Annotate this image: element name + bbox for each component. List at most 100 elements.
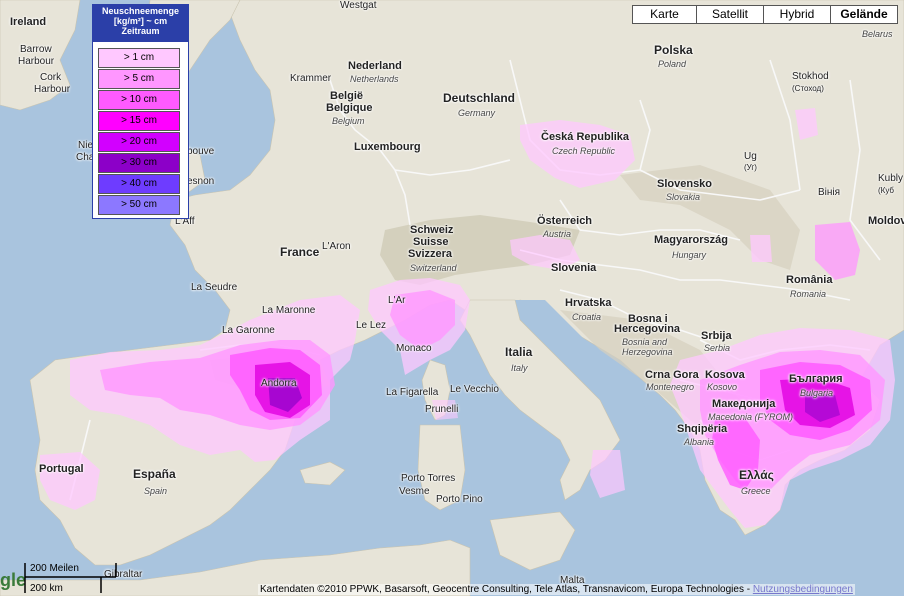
label-monaco: Monaco <box>396 343 432 354</box>
maptype-hybrid-button[interactable]: Hybrid <box>763 5 831 24</box>
label-krammer: Krammer <box>290 73 332 84</box>
label-bulgaria-cyr: България <box>789 373 843 385</box>
terms-link[interactable]: Nutzungsbedingungen <box>753 584 853 595</box>
legend-title: Neuschneemenge [kg/m²] ~ cm Zeitraum <box>93 5 188 42</box>
label-croatia: Croatia <box>572 312 602 322</box>
map-attribution: Kartendaten ©2010 PPWK, Basarsoft, Geoce… <box>258 584 855 595</box>
google-logo: gle <box>0 570 27 590</box>
label-ug: Ug <box>744 151 757 162</box>
legend-item-15: > 15 cm <box>98 111 180 131</box>
label-luxembourg: Luxembourg <box>354 141 421 153</box>
label-osterreich: Österreich <box>537 215 593 227</box>
label-bouve: bouve <box>187 146 215 157</box>
label-spain: Spain <box>144 486 168 496</box>
label-crnagora: Crna Gora <box>645 369 699 381</box>
label-slovenia: Slovenia <box>551 262 597 274</box>
label-italy: Italy <box>511 363 528 373</box>
maptype-satellit-button[interactable]: Satellit <box>696 5 764 24</box>
label-hrvatska: Hrvatska <box>565 297 612 309</box>
label-hungary: Hungary <box>672 250 707 260</box>
label-slovakia: Slovakia <box>666 192 701 202</box>
label-macedonia: Macedonia (FYROM) <box>708 412 794 422</box>
label-stokhod: Stokhod <box>792 71 829 82</box>
label-serbia: Serbia <box>704 343 731 353</box>
label-viniya: Вінія <box>818 187 841 198</box>
label-belgique: Belgique <box>326 102 373 114</box>
label-laseudre: La Seudre <box>191 282 238 293</box>
label-ireland: Ireland <box>10 16 47 28</box>
label-netherlands: Netherlands <box>350 74 399 84</box>
legend-item-20: > 20 cm <box>98 132 180 152</box>
label-austria: Austria <box>543 229 572 239</box>
label-nederland: Nederland <box>348 60 402 72</box>
label-lar: L'Ar <box>388 295 406 306</box>
label-belarus: Belarus <box>862 29 893 39</box>
label-srbija: Srbija <box>701 330 732 342</box>
label-kuby: (Куб <box>878 186 894 195</box>
label-lafigarella: La Figarella <box>386 387 439 398</box>
label-kosovo: Kosovo <box>707 382 738 392</box>
label-italia: Italia <box>505 345 533 359</box>
label-levecchio: Le Vecchio <box>450 384 499 395</box>
label-esnon: esnon <box>187 176 215 187</box>
label-shqiperia: Shqipëria <box>677 423 728 435</box>
label-westgat: Westgat <box>340 0 377 11</box>
label-lelez: Le Lez <box>356 320 387 331</box>
legend-item-50: > 50 cm <box>98 195 180 215</box>
label-espana: España <box>133 467 176 481</box>
label-romania-en: Romania <box>790 289 827 299</box>
label-harbour-2: Harbour <box>34 84 71 95</box>
label-romania: România <box>786 274 833 286</box>
label-herzegovina: Herzegovina <box>622 347 673 357</box>
label-lagaronne: La Garonne <box>222 325 275 336</box>
label-albania: Albania <box>684 437 715 447</box>
label-svizzera: Svizzera <box>408 248 453 260</box>
snow-legend: Neuschneemenge [kg/m²] ~ cm Zeitraum > 1… <box>92 4 189 219</box>
label-portopino: Porto Pino <box>436 494 483 505</box>
label-suisse: Suisse <box>413 236 449 248</box>
label-germany: Germany <box>458 108 496 118</box>
label-portotorres: Porto Torres <box>401 473 456 484</box>
label-bulgaria: Bulgaria <box>800 388 834 398</box>
label-greece: Greece <box>741 486 771 496</box>
label-andorra: Andorra <box>261 378 297 389</box>
label-harbour-1: Harbour <box>18 56 55 67</box>
label-hercegovina: Hercegovina <box>614 323 681 335</box>
label-uh: (Уг) <box>744 163 757 172</box>
label-belgium: Belgium <box>332 116 365 126</box>
legend-item-5: > 5 cm <box>98 69 180 89</box>
label-prunelli: Prunelli <box>425 404 459 415</box>
label-montenegro: Montenegro <box>646 382 695 392</box>
label-belgie: België <box>330 90 364 102</box>
label-nie: Nie <box>78 140 94 151</box>
label-vesme: Vesme <box>399 486 430 497</box>
label-barrow: Barrow <box>20 44 52 55</box>
scale-km: 200 km <box>30 583 63 594</box>
label-cork: Cork <box>40 72 62 83</box>
legend-item-30: > 30 cm <box>98 153 180 173</box>
label-ceska: Česká Republika <box>541 131 630 143</box>
label-laron: L'Aron <box>322 241 351 252</box>
label-switzerland: Switzerland <box>410 263 457 273</box>
label-kubly: Kubly <box>878 173 904 184</box>
label-czech: Czech Republic <box>552 146 616 156</box>
label-portugal: Portugal <box>39 463 84 475</box>
label-makedonija: Македонија <box>712 398 776 410</box>
label-kosova: Kosova <box>705 369 745 381</box>
label-moldov: Moldov <box>868 215 904 227</box>
scale-miles: 200 Meilen <box>30 563 79 574</box>
legend-item-1: > 1 cm <box>98 48 180 68</box>
label-slovensko: Slovensko <box>657 178 713 190</box>
label-deutschland: Deutschland <box>443 91 516 105</box>
label-ellas: Ελλάς <box>739 468 774 482</box>
maptype-gelaende-button[interactable]: Gelände <box>830 5 898 24</box>
label-stokhod-cyr: (Стоход) <box>792 84 824 93</box>
snow-area-romania-w <box>750 235 772 262</box>
label-schweiz: Schweiz <box>410 224 454 236</box>
maptype-karte-button[interactable]: Karte <box>632 5 697 24</box>
legend-item-40: > 40 cm <box>98 174 180 194</box>
label-magyarorszag: Magyarország <box>654 234 728 246</box>
label-poland: Poland <box>658 59 687 69</box>
label-polska: Polska <box>654 43 693 57</box>
label-lamaronne: La Maronne <box>262 305 316 316</box>
